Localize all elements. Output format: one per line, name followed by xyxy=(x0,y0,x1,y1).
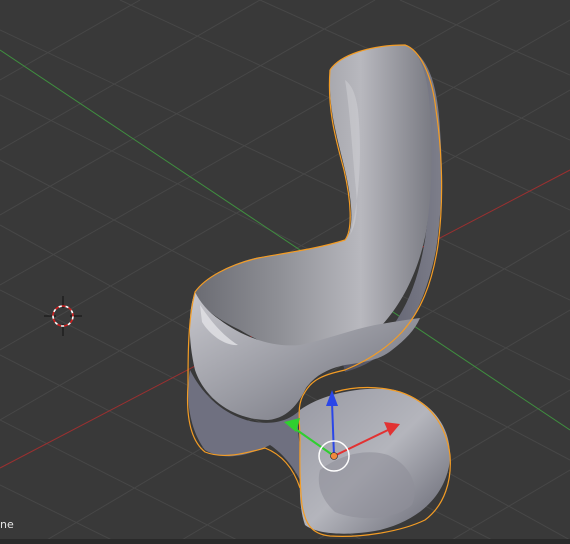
viewport-canvas[interactable] xyxy=(0,0,570,544)
3d-cursor-icon[interactable] xyxy=(44,296,82,336)
3d-viewport[interactable]: ne xyxy=(0,0,570,544)
viewport-bottom-edge xyxy=(0,539,570,544)
viewport-corner-label: ne xyxy=(0,518,14,531)
